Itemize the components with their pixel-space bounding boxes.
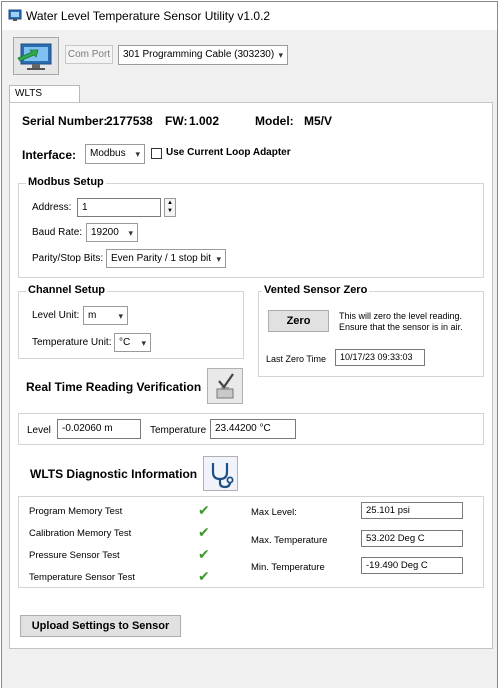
temperature-unit-label: Temperature Unit: [32,337,112,348]
max-temperature-value: 53.202 Deg C [361,530,463,547]
max-level-label: Max Level: [251,507,297,518]
stethoscope-icon [211,463,234,489]
level-unit-value: m [88,310,97,321]
chevron-down-icon: ▾ [216,254,221,264]
check-icon: ✔ [198,524,210,540]
connect-button[interactable] [13,37,59,75]
app-icon [8,9,22,21]
channel-setup-title: Channel Setup [26,284,108,296]
parity-label: Parity/Stop Bits: [32,253,104,264]
interface-value: Modbus [90,148,126,159]
address-label: Address: [32,202,72,213]
upload-settings-button[interactable]: Upload Settings to Sensor [20,615,181,637]
loop-adapter-checkbox[interactable] [151,148,162,159]
window-title: Water Level Temperature Sensor Utility v… [26,9,271,23]
model-label: Model: [255,114,294,128]
baud-rate-select[interactable]: 19200 ▾ [86,223,138,242]
address-stepper[interactable]: ▲ ▼ [164,198,176,217]
firmware-label: FW: [165,114,188,128]
verify-button[interactable] [207,368,243,404]
last-zero-time-value: 10/17/23 09:33:03 [335,349,425,366]
max-temperature-label: Max. Temperature [251,535,328,546]
status-area [2,650,497,688]
check-icon: ✔ [198,568,210,584]
chevron-down-icon: ▾ [118,311,123,321]
zero-button[interactable]: Zero [268,310,329,332]
chevron-down-icon: ▾ [278,50,283,60]
toolbar: Com Port 301 Programming Cable (303230) … [2,30,497,80]
chevron-down-icon: ▾ [128,228,133,238]
serial-number-value: 2177538 [106,114,153,128]
temperature-unit-value: °C [119,337,131,348]
realtime-title: Real Time Reading Verification [26,380,202,394]
check-icon: ✔ [198,546,210,562]
title-bar: Water Level Temperature Sensor Utility v… [2,2,497,30]
min-temperature-value: -19.490 Deg C [361,557,463,574]
serial-number-label: Serial Number: [22,114,108,128]
model-value: M5/V [304,114,333,128]
zero-description-line1: This will zero the level reading. [339,311,463,321]
level-unit-label: Level Unit: [32,310,80,321]
parity-select[interactable]: Even Parity / 1 stop bit ▾ [106,249,226,268]
chevron-down-icon: ▾ [141,338,146,348]
level-label: Level [27,425,51,436]
temperature-label: Temperature [150,425,207,436]
tab-wlts-settings[interactable]: WLTS Settings [9,85,80,115]
min-temperature-label: Min. Temperature [251,562,325,573]
firmware-value: 1.002 [189,114,220,128]
address-input[interactable]: 1 [77,198,161,217]
parity-value: Even Parity / 1 stop bit [111,253,212,264]
level-value: -0.02060 m [57,419,141,439]
max-level-value: 25.101 psi [361,502,463,519]
last-zero-time-label: Last Zero Time [266,354,327,364]
interface-label: Interface: [22,148,77,162]
settings-panel: Serial Number: 2177538 FW: 1.002 Model: … [9,102,493,649]
clipboard-check-icon [216,373,234,399]
monitor-connect-icon [17,43,52,70]
zero-description-line2: Ensure that the sensor is in air. [339,322,463,332]
loop-adapter-label: Use Current Loop Adapter [166,147,291,158]
temperature-unit-select[interactable]: °C ▾ [114,333,151,352]
com-port-value: 301 Programming Cable (303230) [123,49,275,60]
com-port-select[interactable]: 301 Programming Cable (303230) ▾ [118,45,288,65]
vented-sensor-zero-title: Vented Sensor Zero [262,284,370,296]
com-port-label: Com Port [65,45,113,64]
program-memory-test-label: Program Memory Test [29,506,123,517]
baud-rate-label: Baud Rate: [32,227,83,238]
pressure-sensor-test-label: Pressure Sensor Test [29,550,120,561]
check-icon: ✔ [198,502,210,518]
app-window: Water Level Temperature Sensor Utility v… [1,1,498,688]
level-unit-select[interactable]: m ▾ [83,306,128,325]
interface-select[interactable]: Modbus ▾ [85,144,145,164]
temperature-value: 23.44200 °C [210,419,296,439]
temperature-sensor-test-label: Temperature Sensor Test [29,572,135,583]
baud-rate-value: 19200 [91,227,119,238]
diagnostic-button[interactable] [203,456,238,491]
chevron-down-icon: ▾ [135,149,140,159]
calibration-memory-test-label: Calibration Memory Test [29,528,132,539]
modbus-setup-title: Modbus Setup [26,176,106,188]
diagnostic-title: WLTS Diagnostic Information [30,467,198,481]
